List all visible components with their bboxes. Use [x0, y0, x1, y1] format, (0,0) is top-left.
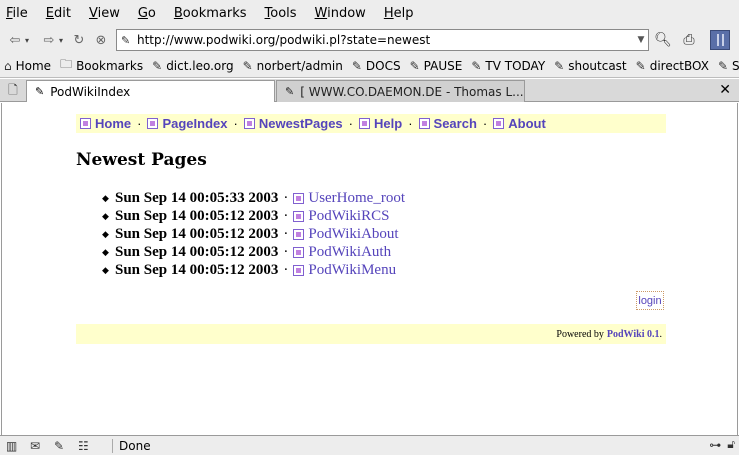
wiki-page-icon: [293, 246, 305, 258]
menu-bookmarks[interactable]: Bookmarks: [174, 6, 247, 21]
forward-dropdown-icon[interactable]: ▾: [56, 29, 66, 51]
menu-help[interactable]: Help: [384, 6, 414, 21]
link-icon: ✎: [242, 58, 253, 73]
link-icon: ✎: [554, 58, 565, 73]
page-link[interactable]: PodWikiAbout: [293, 226, 399, 243]
security-lock-icon[interactable]: 🔓︎: [727, 437, 735, 452]
menu-view[interactable]: View: [89, 6, 120, 21]
bullet-icon: ◆: [102, 192, 109, 203]
wiki-page-icon: [359, 118, 371, 129]
link-icon: ✎: [471, 58, 482, 73]
wiki-page-icon: [293, 228, 305, 240]
new-tab-icon[interactable]: 🗋: [2, 81, 24, 101]
list-item: ◆ Sun Sep 14 00:05:12 2003 · PodWikiAbou…: [102, 225, 399, 243]
tab-podwikiindex[interactable]: ✎ PodWikiIndex: [26, 80, 275, 102]
url-dropdown-icon[interactable]: ▼: [634, 35, 648, 45]
page-icon: ✎: [35, 85, 45, 98]
bookmark-shoutcast[interactable]: ✎ shoutcast: [554, 59, 626, 73]
home-icon: ⌂: [4, 58, 12, 73]
bullet-icon: ◆: [102, 228, 109, 239]
menu-window[interactable]: Window: [315, 6, 366, 21]
wiki-page-icon: [293, 210, 305, 222]
bookmark-home[interactable]: ⌂ Home: [4, 59, 51, 73]
wiki-page-icon: [243, 118, 255, 129]
url-input[interactable]: [135, 33, 634, 47]
menu-tools[interactable]: Tools: [265, 6, 297, 21]
login-link[interactable]: login: [636, 291, 664, 310]
list-item: ◆ Sun Sep 14 00:05:12 2003 · PodWikiMenu: [102, 261, 397, 279]
stop-icon[interactable]: ⊗: [90, 29, 112, 51]
nav-newestpages-link[interactable]: NewestPages: [243, 116, 343, 131]
link-icon: ✎: [409, 58, 420, 73]
folder-icon: 🗀: [60, 57, 73, 71]
link-icon: ✎: [152, 58, 163, 73]
wiki-nav-bar: Home · PageIndex · NewestPages · Help · …: [76, 114, 666, 133]
menu-go[interactable]: Go: [138, 6, 156, 21]
bullet-icon: ◆: [102, 264, 109, 275]
menu-file[interactable]: File: [6, 6, 28, 21]
throbber-icon[interactable]: [710, 30, 730, 50]
print-icon[interactable]: ⎙: [678, 29, 700, 51]
bullet-icon: ◆: [102, 246, 109, 257]
menu-edit[interactable]: Edit: [46, 6, 71, 21]
tab-bar: 🗋 ✎ PodWikiIndex ✎ [ WWW.CO.DAEMON.DE - …: [0, 79, 739, 102]
page-link[interactable]: UserHome_root: [293, 190, 405, 207]
wiki-page-icon: [147, 118, 159, 129]
nav-pageindex-link[interactable]: PageIndex: [147, 116, 228, 131]
wiki-page-icon: [418, 118, 430, 129]
bookmark-sc[interactable]: ✎SC: [718, 59, 739, 73]
composer-icon[interactable]: ✎: [54, 439, 78, 453]
address-bar[interactable]: ✎ ▼: [116, 29, 649, 51]
wiki-page-icon: [80, 118, 91, 129]
bullet-icon: ◆: [102, 210, 109, 221]
tab-co-daemon[interactable]: ✎ [ WWW.CO.DAEMON.DE - Thomas L...: [276, 80, 525, 102]
addressbook-icon[interactable]: ☷: [78, 439, 102, 453]
reload-icon[interactable]: ↻: [68, 29, 90, 51]
footer: Powered by PodWiki 0.1 .: [76, 324, 666, 344]
list-item: ◆ Sun Sep 14 00:05:12 2003 · PodWikiRCS: [102, 207, 390, 225]
bookmark-directbox[interactable]: ✎ directBOX: [636, 59, 709, 73]
podwiki-link[interactable]: PodWiki 0.1: [607, 329, 660, 340]
page-link[interactable]: PodWikiAuth: [293, 244, 391, 261]
mail-icon[interactable]: ✉: [30, 439, 54, 453]
back-dropdown-icon[interactable]: ▾: [22, 29, 32, 51]
navigation-toolbar: ⇦ ▾ ⇨ ▾ ↻ ⊗ ✎ ▼ 🔍︎ ⎙: [0, 26, 739, 54]
page-link[interactable]: PodWikiMenu: [293, 262, 396, 279]
link-icon: ✎: [717, 58, 728, 73]
menu-bar: File Edit View Go Bookmarks Tools Window…: [0, 0, 739, 26]
nav-home-link[interactable]: Home: [80, 116, 131, 131]
link-icon: ✎: [635, 58, 646, 73]
bookmarks-toolbar: ⌂ Home 🗀 Bookmarks ✎ dict.leo.org ✎ norbert/…: [0, 54, 739, 78]
bookmark-bookmarks[interactable]: 🗀 Bookmarks: [60, 55, 143, 76]
bookmark-pause[interactable]: ✎ PAUSE: [410, 59, 463, 73]
wiki-page-icon: [293, 264, 305, 276]
nav-about-link[interactable]: About: [493, 116, 546, 131]
online-status-icon[interactable]: ⊶: [709, 438, 721, 452]
status-bar: ▥ ✉ ✎ ☷ Done ⊶ 🔓︎: [0, 435, 739, 455]
close-tab-icon[interactable]: ✕: [719, 82, 731, 98]
link-icon: ✎: [351, 58, 362, 73]
bookmark-tv-today[interactable]: ✎ TV TODAY: [471, 59, 545, 73]
bookmark-docs[interactable]: ✎ DOCS: [352, 59, 401, 73]
page-icon: ✎: [121, 33, 131, 47]
status-text: Done: [112, 438, 151, 453]
newest-pages-list: ◆ Sun Sep 14 00:05:33 2003 · UserHome_ro…: [102, 189, 405, 279]
navigator-icon[interactable]: ▥: [6, 439, 30, 453]
wiki-page-icon: [493, 118, 505, 129]
bookmark-dict-leo[interactable]: ✎ dict.leo.org: [152, 59, 233, 73]
page-icon: ✎: [285, 85, 295, 98]
list-item: ◆ Sun Sep 14 00:05:12 2003 · PodWikiAuth: [102, 243, 392, 261]
wiki-page-icon: [293, 192, 305, 204]
search-icon[interactable]: 🔍︎: [652, 29, 674, 51]
bookmark-norbert-admin[interactable]: ✎ norbert/admin: [243, 59, 343, 73]
list-item: ◆ Sun Sep 14 00:05:33 2003 · UserHome_ro…: [102, 189, 406, 207]
page-link[interactable]: PodWikiRCS: [293, 208, 389, 225]
page-title: Newest Pages: [76, 150, 207, 170]
page-content: Home · PageIndex · NewestPages · Help · …: [1, 103, 738, 435]
nav-help-link[interactable]: Help: [359, 116, 402, 131]
nav-search-link[interactable]: Search: [418, 116, 477, 131]
